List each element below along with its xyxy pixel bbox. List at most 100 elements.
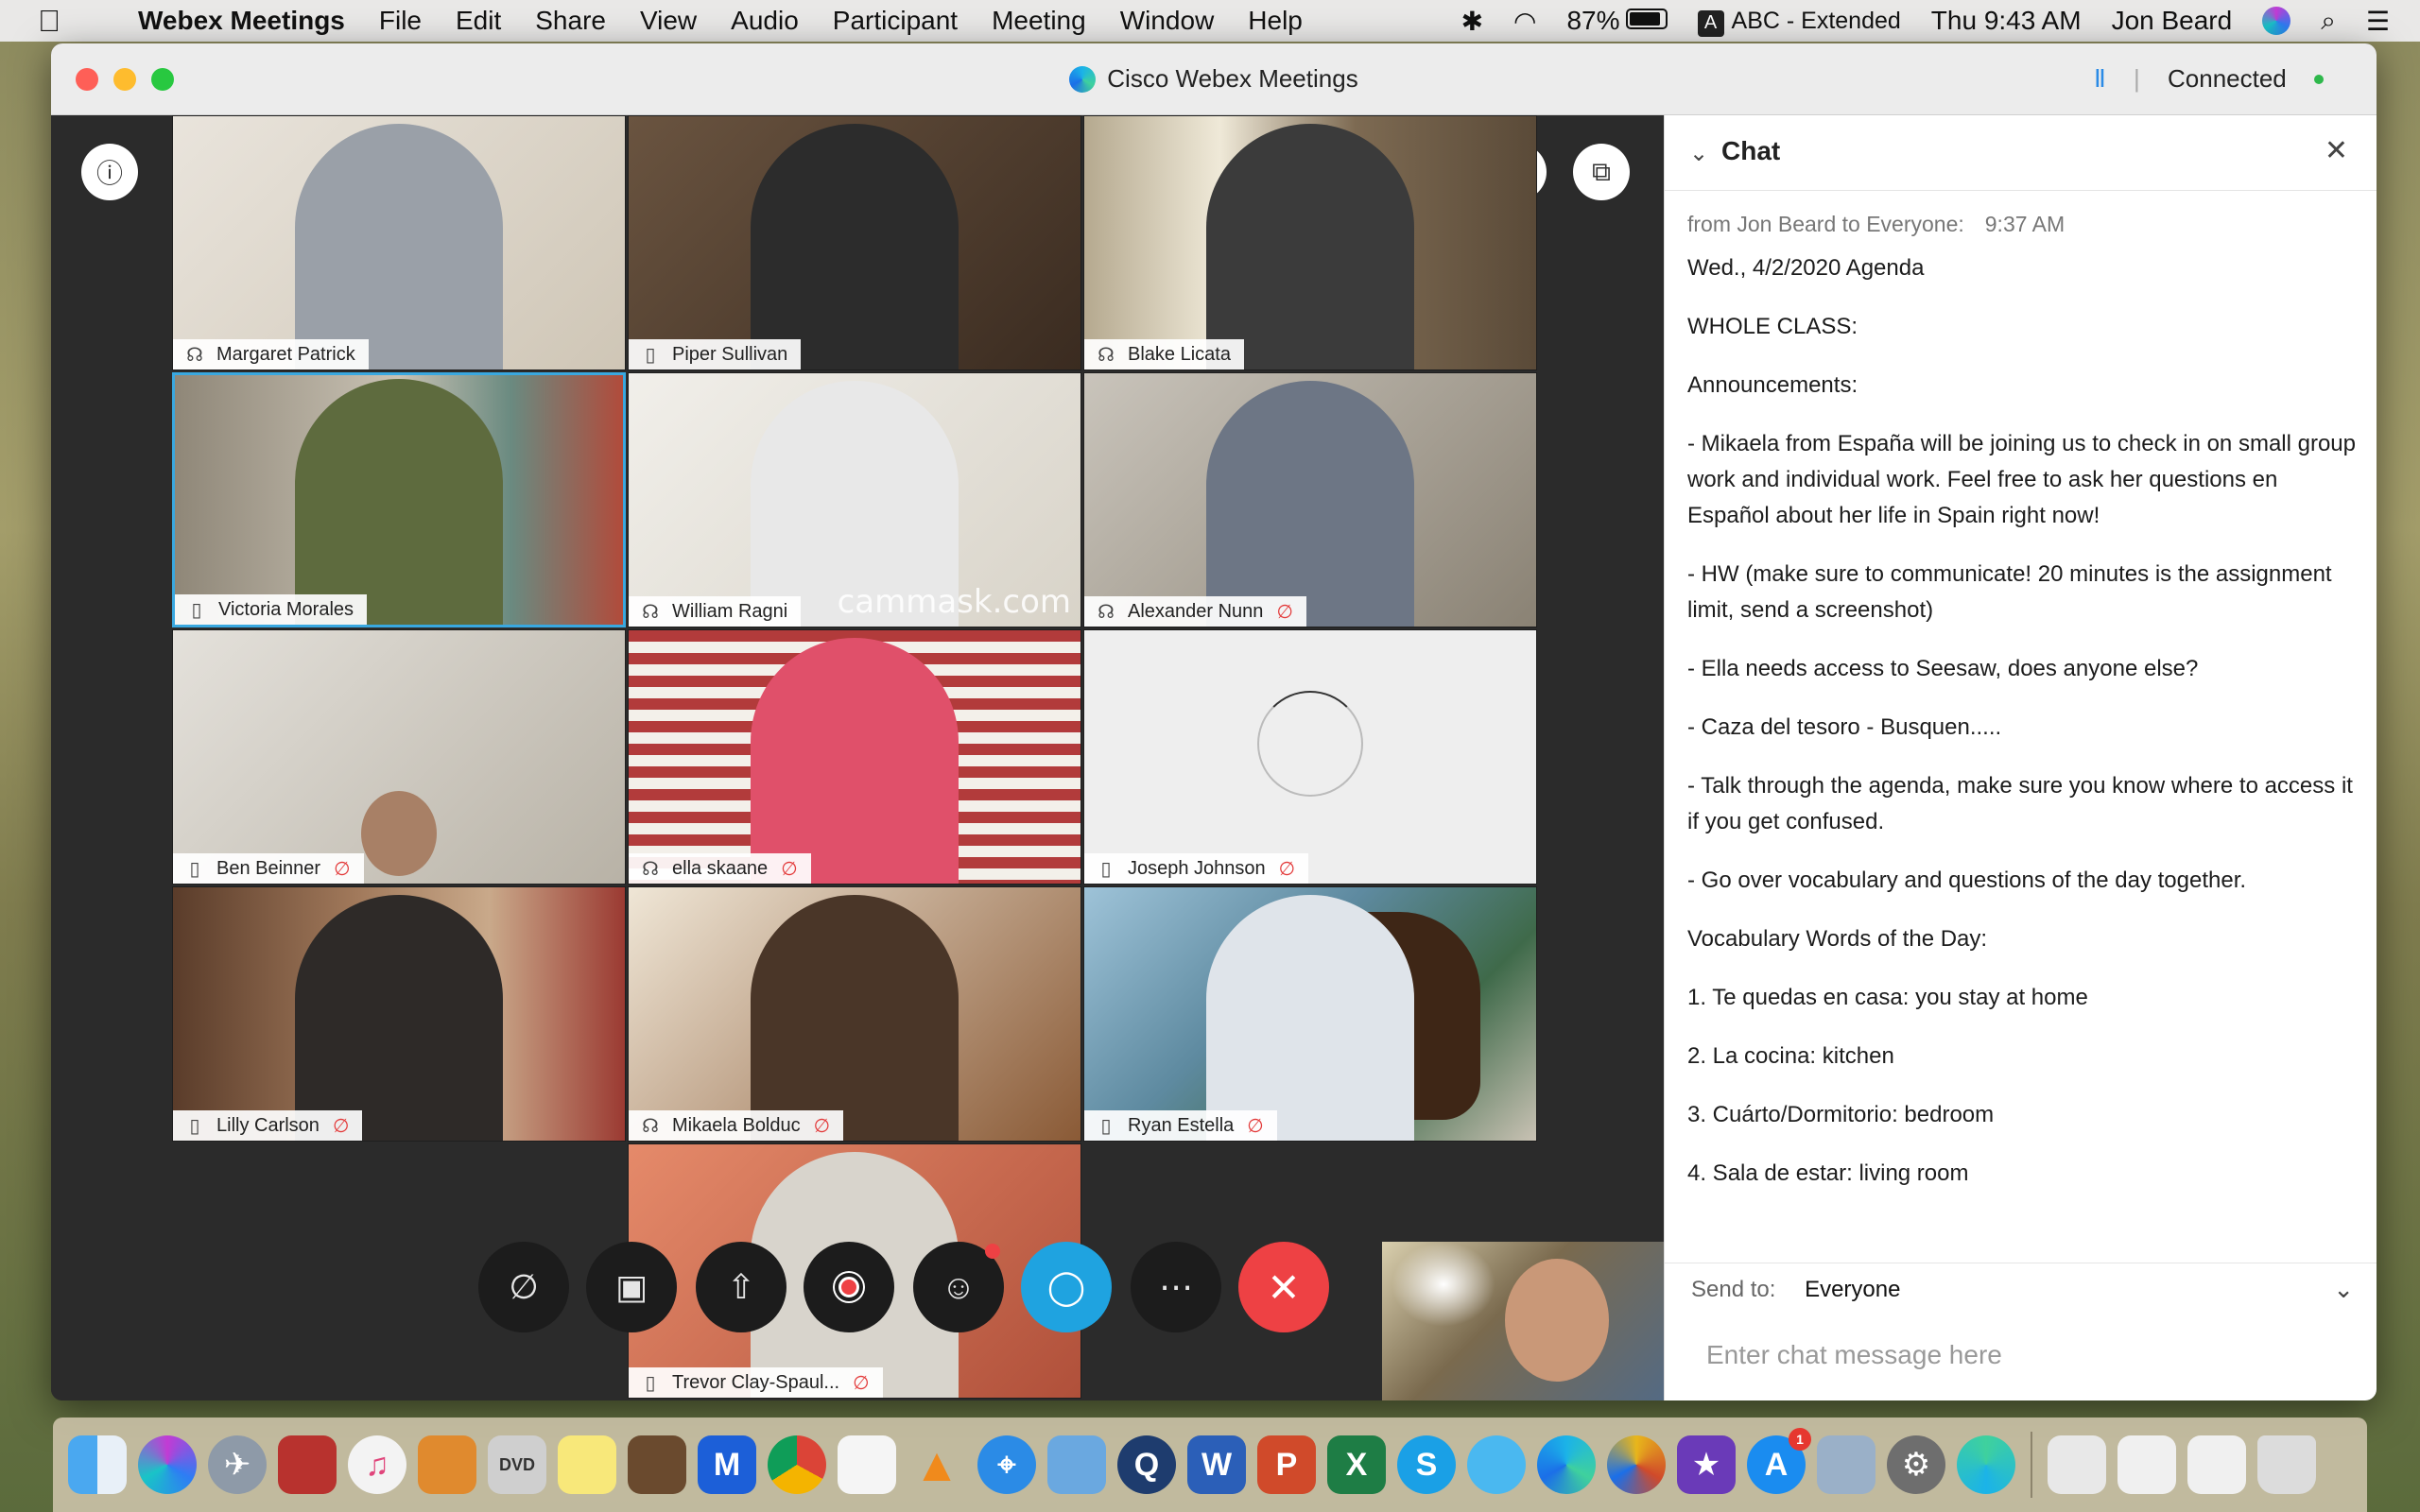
- chevron-down-icon[interactable]: ⌄: [1689, 140, 1708, 167]
- menu-audio[interactable]: Audio: [731, 6, 799, 36]
- end-meeting-button[interactable]: ✕: [1238, 1242, 1329, 1332]
- dock-grapher-icon[interactable]: [1817, 1435, 1876, 1494]
- dock-imovie-icon[interactable]: ★: [1677, 1435, 1736, 1494]
- participants-button[interactable]: ☺: [913, 1242, 1004, 1332]
- menu-share[interactable]: Share: [535, 6, 606, 36]
- menu-app-name[interactable]: Webex Meetings: [138, 6, 345, 36]
- dock-trash-icon[interactable]: [2257, 1435, 2316, 1494]
- mute-button[interactable]: ∅: [478, 1242, 569, 1332]
- video-tile[interactable]: ☊ Mikaela Bolduc ∅: [628, 886, 1081, 1142]
- dock-app-store-icon[interactable]: A1: [1747, 1428, 1811, 1494]
- close-chat-button[interactable]: ✕: [2325, 134, 2348, 167]
- chat-message-input[interactable]: Enter chat message here: [1706, 1340, 2002, 1370]
- dock-safari-icon[interactable]: ⌖: [977, 1435, 1036, 1494]
- phone-icon: ▯: [189, 1115, 200, 1137]
- input-source[interactable]: A ABC - Extended: [1697, 5, 1901, 37]
- participant-body: [295, 895, 503, 1141]
- more-options-button[interactable]: ⋯: [1131, 1242, 1221, 1332]
- clock[interactable]: Thu 9:43 AM: [1931, 6, 2082, 36]
- dock-instruments-icon[interactable]: [628, 1435, 686, 1494]
- video-tile[interactable]: ▯ Ben Beinner ∅: [172, 629, 626, 885]
- video-tile-active-speaker[interactable]: ▯ Victoria Morales: [172, 372, 626, 627]
- headset-icon: ☊: [642, 858, 659, 880]
- dock-finder-icon[interactable]: [68, 1435, 127, 1494]
- dock-webex-icon[interactable]: [1537, 1435, 1596, 1494]
- dock-powerpoint-icon[interactable]: P: [1257, 1435, 1316, 1494]
- video-off-icon: ▣: [614, 1267, 648, 1306]
- participant-name-tag: ▯ Joseph Johnson ∅: [1084, 853, 1309, 884]
- menu-view[interactable]: View: [640, 6, 697, 36]
- video-tile[interactable]: ☊ ella skaane ∅: [628, 629, 1081, 885]
- input-source-badge: A: [1697, 9, 1724, 37]
- menu-window[interactable]: Window: [1120, 6, 1215, 36]
- dock-word-icon[interactable]: W: [1187, 1435, 1246, 1494]
- self-view-light: [1392, 1242, 1495, 1327]
- dock-malwarebytes-icon[interactable]: M: [698, 1435, 756, 1494]
- layout-button[interactable]: ⧉: [1573, 144, 1630, 200]
- notification-center-icon[interactable]: ☰: [2366, 6, 2390, 37]
- share-content-button[interactable]: ⇧: [696, 1242, 786, 1332]
- record-button[interactable]: [804, 1242, 894, 1332]
- video-tile[interactable]: ▯ Joseph Johnson ∅: [1083, 629, 1537, 885]
- siri-icon[interactable]: [2262, 7, 2291, 35]
- dock-documents-icon[interactable]: [2118, 1435, 2176, 1494]
- apple-icon[interactable]: : [38, 4, 76, 39]
- dock-vlc-icon[interactable]: ▲: [908, 1435, 966, 1494]
- dock-dvd-player-icon[interactable]: DVD: [488, 1435, 546, 1494]
- menu-meeting[interactable]: Meeting: [992, 6, 1086, 36]
- muted-microphone-icon: ∅: [332, 1115, 350, 1137]
- video-tile[interactable]: ▯ Lilly Carlson ∅: [172, 886, 626, 1142]
- dock-webex-meetings-icon[interactable]: [1957, 1435, 2015, 1494]
- dock-chrome-icon[interactable]: [768, 1435, 826, 1494]
- video-tile[interactable]: ▯ Piper Sullivan: [628, 115, 1081, 370]
- dock-notes-icon[interactable]: [558, 1435, 616, 1494]
- notification-badge: [985, 1244, 1000, 1259]
- dock-excel-icon[interactable]: X: [1327, 1435, 1386, 1494]
- participant-name-tag: ☊ Mikaela Bolduc ∅: [629, 1110, 844, 1141]
- participant-name: Margaret Patrick: [216, 343, 355, 365]
- message-line: - Talk through the agenda, make sure you…: [1687, 773, 2353, 834]
- chat-messages[interactable]: from Jon Beard to Everyone: 9:37 AM Wed.,…: [1665, 191, 2377, 1297]
- chat-button[interactable]: ◯: [1021, 1242, 1112, 1332]
- video-feed: [1084, 116, 1536, 369]
- stop-video-button[interactable]: ▣: [586, 1242, 677, 1332]
- video-tile[interactable]: ☊ Alexander Nunn ∅: [1083, 372, 1537, 627]
- self-view-video[interactable]: [1382, 1242, 1685, 1400]
- menu-file[interactable]: File: [379, 6, 422, 36]
- dock-weather-icon[interactable]: [1047, 1435, 1106, 1494]
- dock-preview-icon[interactable]: [2048, 1435, 2106, 1494]
- phone-icon: ▯: [189, 858, 200, 880]
- dock-launchpad-icon[interactable]: ✈: [208, 1435, 267, 1494]
- dock-system-preferences-icon[interactable]: ⚙: [1887, 1435, 1945, 1494]
- dock-chrome-canary-icon[interactable]: [1607, 1435, 1666, 1494]
- send-to-selector[interactable]: Send to: Everyone ⌄: [1665, 1263, 2377, 1319]
- dock-separator: [2031, 1432, 2032, 1498]
- audio-signal-icon[interactable]: Ⅱ: [2094, 64, 2106, 93]
- dock-itunes-icon[interactable]: ♫: [348, 1435, 406, 1494]
- dock-photo-booth-icon[interactable]: [278, 1435, 337, 1494]
- dock-skype-icon[interactable]: S: [1397, 1435, 1456, 1494]
- menu-help[interactable]: Help: [1248, 6, 1303, 36]
- menu-participant[interactable]: Participant: [833, 6, 958, 36]
- self-view-face: [1505, 1259, 1609, 1382]
- user-name[interactable]: Jon Beard: [2112, 6, 2233, 36]
- video-tile[interactable]: ☊ Margaret Patrick: [172, 115, 626, 370]
- video-tile[interactable]: cammask.com ☊ William Ragni: [628, 372, 1081, 627]
- video-tile[interactable]: ▯ Ryan Estella ∅: [1083, 886, 1537, 1142]
- battery-status[interactable]: 87%: [1566, 6, 1668, 36]
- menu-edit[interactable]: Edit: [456, 6, 501, 36]
- dock-textedit-icon[interactable]: [838, 1435, 896, 1494]
- spotlight-search-icon[interactable]: ⌕: [2321, 6, 2336, 37]
- message-line: Announcements:: [1687, 372, 1858, 398]
- dock-calculator-icon[interactable]: [418, 1435, 476, 1494]
- dock-quicktime-icon[interactable]: Q: [1117, 1435, 1176, 1494]
- message-line: WHOLE CLASS:: [1687, 314, 1858, 339]
- meeting-info-button[interactable]: ⓘ: [81, 144, 138, 200]
- video-tile[interactable]: ☊ Blake Licata: [1083, 115, 1537, 370]
- bluetooth-icon[interactable]: ✱: [1461, 6, 1483, 37]
- dock-siri-icon[interactable]: [138, 1435, 197, 1494]
- dock-messages-icon[interactable]: [1467, 1435, 1526, 1494]
- dock-finder-windows-icon[interactable]: [2187, 1435, 2246, 1494]
- wifi-icon[interactable]: ◠: [1513, 6, 1536, 37]
- message-sender: from Jon Beard to Everyone:: [1687, 212, 1964, 236]
